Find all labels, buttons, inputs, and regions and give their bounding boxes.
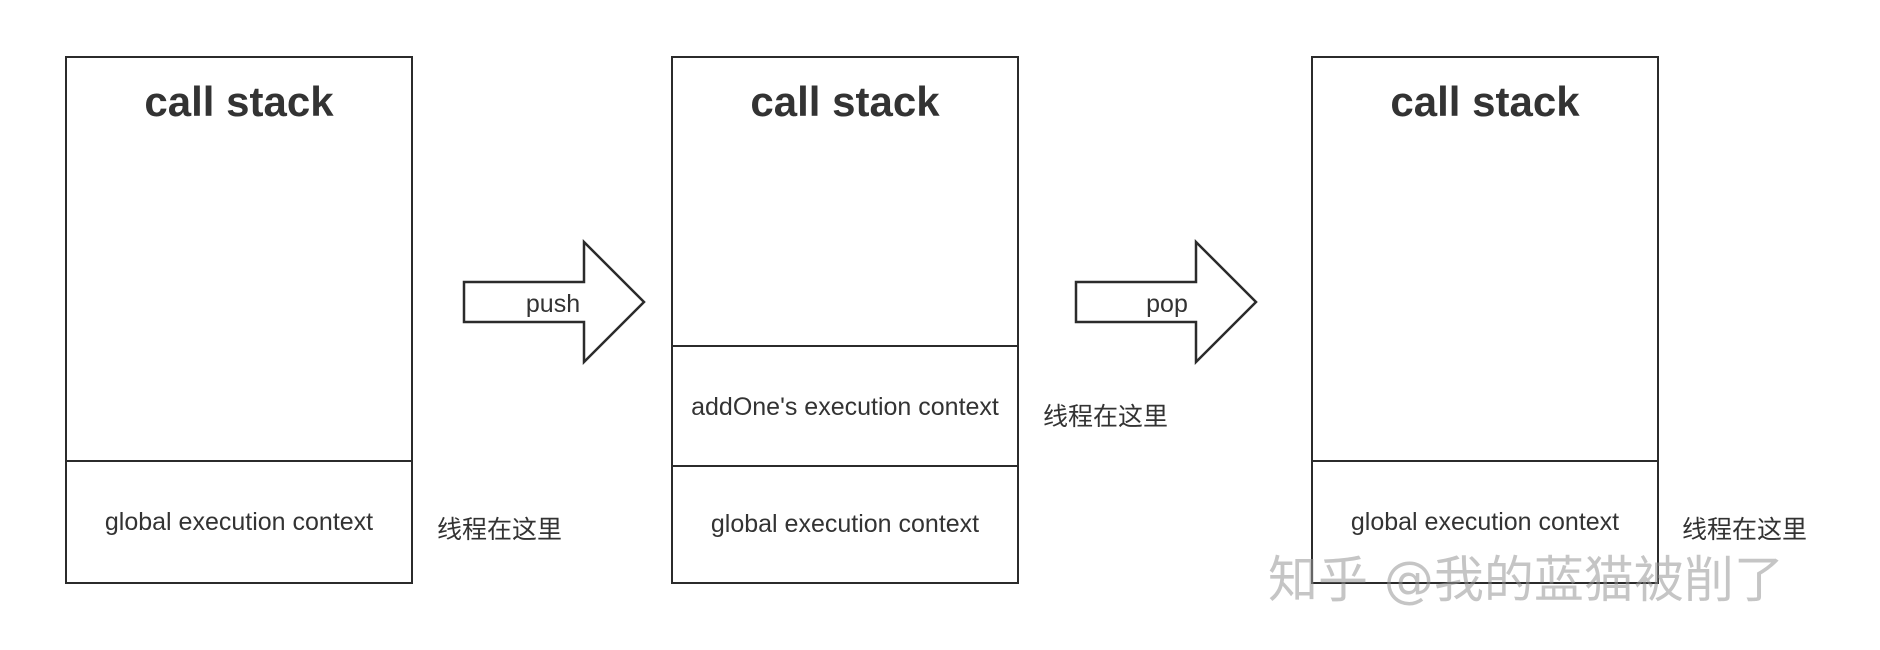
pop-arrow-label: pop [1146, 290, 1188, 318]
thread-location-label: 线程在这里 [1043, 402, 1169, 431]
global-execution-context-frame: global execution context [67, 460, 411, 582]
push-arrow-label: push [525, 290, 581, 318]
thread-location-label: 线程在这里 [437, 515, 563, 544]
addone-execution-context-frame: addOne's execution context [673, 345, 1017, 467]
watermark: 知乎 @我的蓝猫被削了 [1268, 551, 1784, 609]
call-stack-3: call stack global execution context [1311, 56, 1659, 584]
call-stack-title: call stack [144, 78, 334, 125]
call-stack-2: call stack addOne's execution context gl… [671, 56, 1019, 584]
call-stack-1: call stack global execution context [65, 56, 413, 584]
global-execution-context-frame: global execution context [673, 465, 1017, 582]
call-stack-title: call stack [1390, 78, 1580, 125]
call-stack-title: call stack [750, 78, 940, 125]
